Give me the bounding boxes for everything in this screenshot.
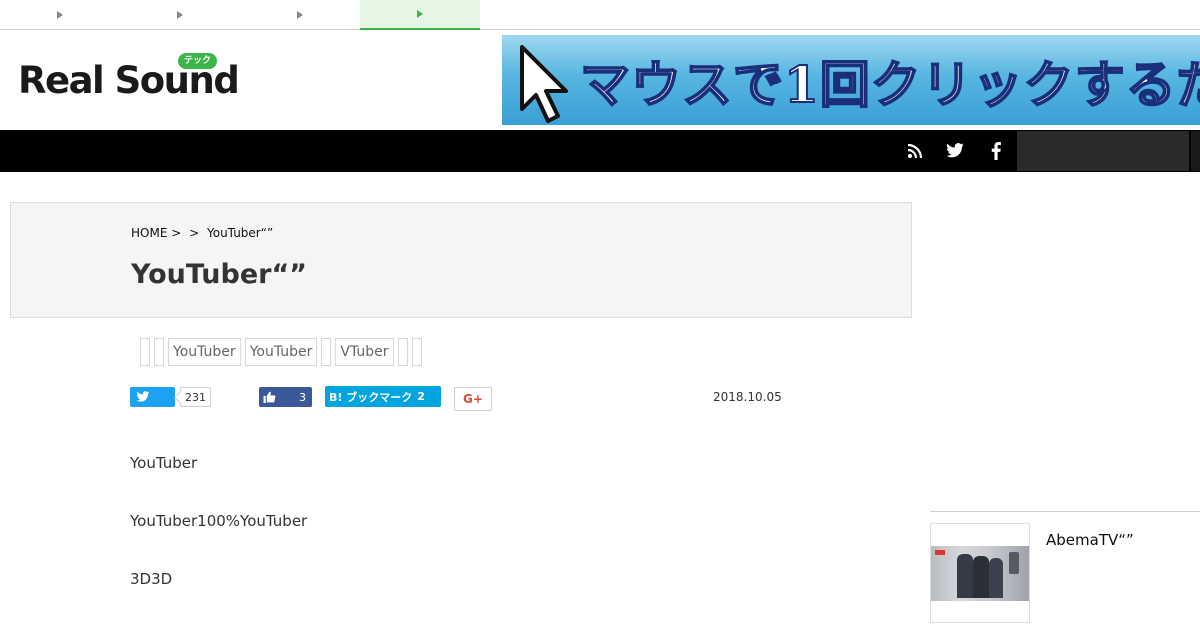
facebook-icon[interactable] xyxy=(986,141,1006,161)
tag-item[interactable] xyxy=(397,338,408,366)
play-triangle-icon xyxy=(417,10,423,18)
tag-item[interactable]: VTuber xyxy=(335,338,394,366)
tag-item[interactable] xyxy=(140,338,150,366)
search-input[interactable] xyxy=(1017,131,1189,171)
facebook-like-button[interactable]: 3 xyxy=(259,387,312,407)
play-triangle-icon xyxy=(57,11,63,19)
site-header: Real Sound テック マウスで1回クリックするだけ xyxy=(0,31,1200,130)
twitter-icon[interactable] xyxy=(945,141,965,161)
article-header: HOME > > YouTuber“” YouTuber“” xyxy=(10,202,912,318)
play-triangle-icon xyxy=(177,11,183,19)
network-tabbar xyxy=(0,0,1200,30)
ad-banner[interactable]: マウスで1回クリックするだけ xyxy=(502,35,1200,125)
hatena-bookmark-button[interactable]: B! ブックマーク 2 xyxy=(325,386,441,407)
related-article-title[interactable]: AbemaTV“” xyxy=(1046,531,1134,549)
breadcrumb-current: YouTuber“” xyxy=(207,226,274,240)
breadcrumb-home[interactable]: HOME > xyxy=(131,226,181,240)
article-paragraph: YouTuber100%YouTuber xyxy=(130,512,308,530)
tag-item[interactable]: YouTuber xyxy=(168,338,241,366)
google-plus-button[interactable]: G+ xyxy=(454,387,492,411)
tag-item[interactable] xyxy=(321,338,332,366)
twitter-share-button[interactable] xyxy=(130,387,175,407)
tag-item[interactable]: YouTuber xyxy=(244,338,318,366)
hatena-label: B! ブックマーク xyxy=(329,390,413,404)
network-tab-4[interactable] xyxy=(360,0,480,30)
thumbnail-image xyxy=(931,545,1029,601)
network-tab-3[interactable] xyxy=(240,0,360,30)
tag-item[interactable] xyxy=(411,338,422,366)
tag-list: YouTuber YouTuber VTuber xyxy=(140,338,422,366)
network-tab-1[interactable] xyxy=(0,0,120,30)
article-paragraph: YouTuber xyxy=(130,454,198,472)
search-button[interactable] xyxy=(1191,131,1200,171)
twitter-share-count: 231 xyxy=(180,387,211,407)
publish-date: 2018.10.05 xyxy=(713,390,782,404)
network-tab-2[interactable] xyxy=(120,0,240,30)
breadcrumb: HOME > > YouTuber“” xyxy=(131,226,277,240)
main-nav xyxy=(0,130,1200,172)
rss-icon[interactable] xyxy=(905,141,925,161)
banner-text: マウスで1回クリックするだけ xyxy=(579,54,1200,115)
play-triangle-icon xyxy=(297,11,303,19)
article-paragraph: 3D3D xyxy=(130,570,173,588)
mouse-cursor-icon xyxy=(520,45,568,123)
logo-badge: テック xyxy=(178,53,218,69)
hatena-count: 2 xyxy=(417,390,425,403)
tag-item[interactable] xyxy=(154,338,164,366)
breadcrumb-separator: > xyxy=(189,226,200,240)
sidebar-divider xyxy=(930,511,1200,512)
facebook-like-count: 3 xyxy=(299,390,306,404)
thumbs-up-icon xyxy=(263,391,276,403)
twitter-icon xyxy=(136,391,150,402)
related-article-thumbnail[interactable] xyxy=(930,523,1030,623)
page-title: YouTuber“” xyxy=(131,259,307,290)
